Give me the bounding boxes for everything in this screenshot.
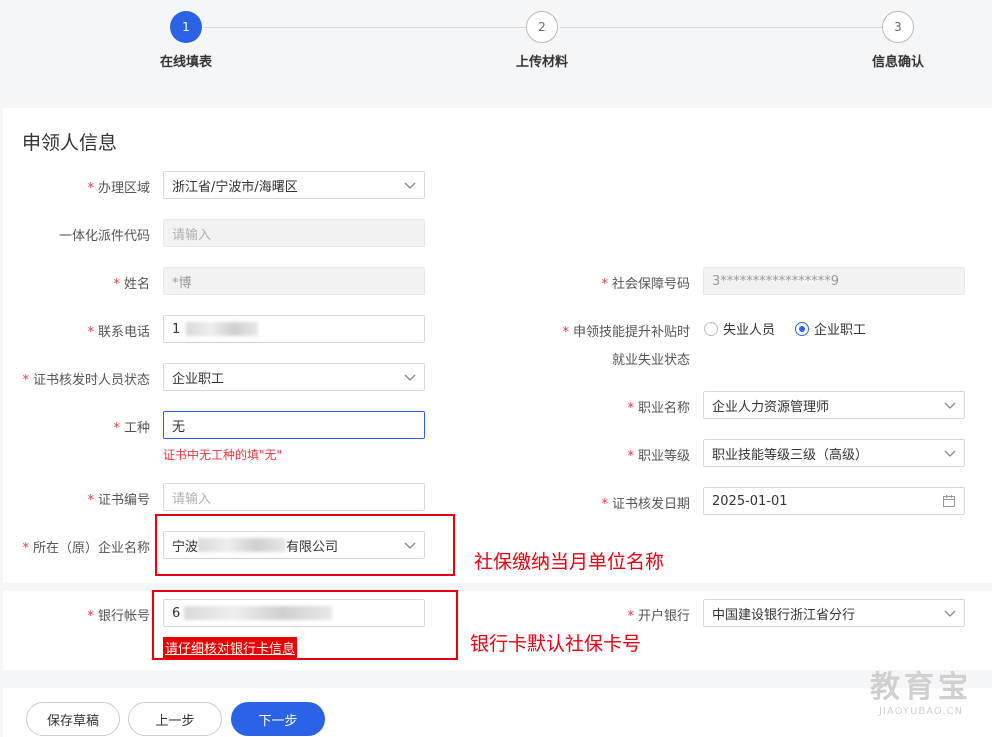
- annotation-box-bank: [152, 590, 458, 660]
- region-select[interactable]: 浙江省/宁波市/海曙区: [163, 171, 425, 199]
- work-type-hint: 证书中无工种的填"无": [163, 448, 283, 462]
- calendar-icon: [943, 495, 955, 507]
- social-security-input[interactable]: 3*****************9: [703, 267, 965, 295]
- bank-account-label: * 银行帐号: [87, 609, 150, 624]
- step-3-label: 信息确认: [871, 55, 925, 70]
- region-label: * 办理区域: [87, 181, 150, 196]
- save-draft-button[interactable]: 保存草稿: [26, 702, 120, 736]
- occupation-level-select[interactable]: 职业技能等级三级（高级）: [703, 439, 965, 467]
- social-security-label: * 社会保障号码: [601, 277, 690, 292]
- phone-input[interactable]: 1: [163, 315, 425, 343]
- cert-number-label: * 证书编号: [87, 493, 150, 508]
- name-input[interactable]: *博: [163, 267, 425, 295]
- cert-date-label: * 证书核发日期: [601, 497, 690, 512]
- cert-number-input[interactable]: 请输入: [163, 483, 425, 511]
- work-type-input[interactable]: 无: [163, 411, 425, 439]
- bank-label: * 开户银行: [627, 609, 690, 624]
- annotation-company-note: 社保缴纳当月单位名称: [474, 551, 665, 573]
- occupation-level-label: * 职业等级: [627, 449, 690, 464]
- step-1-label: 在线填表: [159, 55, 213, 70]
- company-label: * 所在（原）企业名称: [22, 541, 150, 556]
- cert-status-label: * 证书核发时人员状态: [22, 373, 150, 388]
- employment-status-label-line1: * 申领技能提升补贴时: [562, 325, 690, 340]
- chevron-down-icon: [404, 182, 416, 189]
- dispatch-code-label: 一体化派件代码: [58, 229, 150, 244]
- chevron-down-icon: [944, 402, 956, 409]
- cert-date-picker[interactable]: 2025-01-01: [703, 487, 965, 515]
- name-label: * 姓名: [113, 277, 150, 292]
- step-connector: [203, 27, 526, 28]
- radio-dot-selected: [795, 321, 809, 336]
- radio-employee[interactable]: 企业职工: [795, 319, 866, 338]
- phone-label: * 联系电话: [87, 325, 150, 340]
- step-1-circle: 1: [170, 11, 202, 43]
- chevron-down-icon: [404, 374, 416, 381]
- cert-status-select[interactable]: 企业职工: [163, 363, 425, 391]
- annotation-bank-note: 银行卡默认社保卡号: [470, 633, 642, 655]
- bank-select[interactable]: 中国建设银行浙江省分行: [703, 599, 965, 627]
- employment-status-label-line2: 就业失业状态: [611, 353, 690, 368]
- radio-dot: [704, 321, 718, 336]
- step-progress: 1 2 3 在线填表 上传材料 信息确认: [0, 0, 992, 100]
- prev-step-button[interactable]: 上一步: [128, 702, 222, 736]
- watermark-text: 教育宝: [870, 670, 972, 705]
- redacted-blur: [186, 322, 259, 336]
- work-type-label: * 工种: [113, 421, 150, 436]
- annotation-box-company: [155, 514, 455, 576]
- step-3-circle: 3: [882, 11, 914, 43]
- section-title: 申领人信息: [22, 132, 118, 154]
- watermark-url: JIAOYUBAO.CN: [879, 706, 963, 717]
- occupation-name-select[interactable]: 企业人力资源管理师: [703, 391, 965, 419]
- step-2-circle: 2: [526, 11, 558, 43]
- step-2-label: 上传材料: [515, 55, 569, 70]
- step-connector: [560, 27, 882, 28]
- dispatch-code-input[interactable]: 请输入: [163, 219, 425, 247]
- next-step-button[interactable]: 下一步: [231, 702, 325, 736]
- occupation-name-label: * 职业名称: [627, 401, 690, 416]
- chevron-down-icon: [944, 450, 956, 457]
- chevron-down-icon: [944, 610, 956, 617]
- radio-unemployed[interactable]: 失业人员: [704, 319, 775, 338]
- watermark-logo: 教育宝 JIAOYUBAO.CN: [870, 662, 972, 717]
